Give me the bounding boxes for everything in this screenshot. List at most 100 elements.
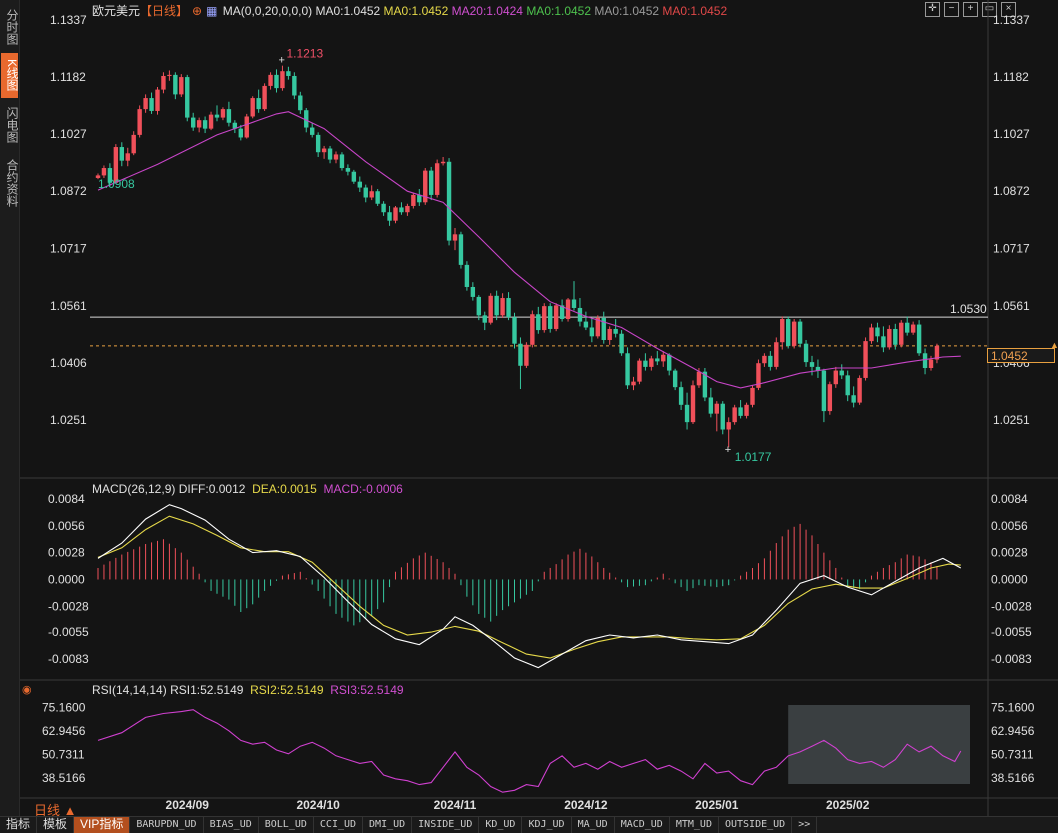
price-tick-left: 1.0251: [50, 413, 87, 427]
candle-body: [357, 181, 362, 188]
current-price-tag: 1.0452: [987, 348, 1055, 363]
candle-body: [631, 381, 636, 386]
indicator-tab[interactable]: MTM_UD: [670, 817, 719, 833]
candle-body: [762, 355, 767, 364]
rsi-tick-left: 62.9456: [42, 724, 86, 738]
candle-body: [780, 319, 785, 343]
indicator-tab[interactable]: INSIDE_UD: [412, 817, 480, 833]
candle-body: [625, 353, 630, 386]
candle-body: [530, 314, 535, 345]
candle-body: [678, 387, 684, 405]
candle-body: [310, 127, 315, 135]
macd-dea-label: DEA:0.0015: [252, 482, 317, 496]
candle-body: [393, 207, 398, 221]
candle-body: [607, 328, 612, 341]
macd-tick-right: 0.0056: [991, 519, 1028, 533]
candle-body: [553, 305, 559, 329]
low-marker: +: [725, 444, 731, 456]
candle-body: [119, 147, 124, 161]
x-axis-label: 2025/02: [826, 798, 870, 812]
rsi1-label: RSI1:52.5149: [170, 683, 244, 697]
candle-body: [720, 403, 725, 430]
rsi-tick-left: 50.7311: [42, 747, 85, 761]
candle-body: [191, 117, 196, 128]
candle-body: [464, 264, 470, 287]
indicator-tab[interactable]: 模板: [37, 817, 75, 833]
candle-body: [750, 387, 755, 405]
candle-body: [256, 98, 261, 110]
candle-body: [613, 328, 618, 334]
x-axis-label: 2025/01: [695, 798, 739, 812]
reference-line-label: 1.0530: [950, 302, 987, 316]
candle-body: [280, 71, 285, 89]
candle-body: [131, 134, 136, 154]
macd-tick-right: -0.0055: [991, 625, 1032, 639]
rsi-tick-right: 62.9456: [991, 724, 1035, 738]
candle-body: [869, 327, 874, 342]
candle-body: [803, 343, 809, 363]
candle-body: [916, 324, 922, 354]
candle-body: [536, 314, 541, 331]
candle-body: [137, 109, 142, 135]
indicator-tab[interactable]: BIAS_UD: [204, 817, 259, 833]
candle-body: [667, 354, 672, 371]
price-tick-right: 1.0872: [993, 184, 1030, 198]
price-tick-right: 1.1027: [993, 127, 1030, 141]
candle-body: [714, 403, 719, 414]
macd-value-label: MACD:-0.0006: [323, 482, 403, 496]
rsi-tick-right: 38.5166: [991, 771, 1035, 785]
candle-body: [881, 336, 886, 348]
indicator-tab[interactable]: KD_UD: [479, 817, 523, 833]
rsi-tick-right: 75.1600: [991, 700, 1035, 714]
chart-svg[interactable]: 1.1337 1.1337 1.1182 1.1182 1.1027 1.1027 1.08…: [0, 0, 1058, 832]
candle-body: [875, 327, 880, 337]
indicator-tab[interactable]: DMI_UD: [363, 817, 413, 833]
candle-body: [155, 89, 160, 111]
price-tick-left: 1.1182: [50, 70, 86, 84]
candle-body: [542, 306, 547, 331]
high-label: 1.1213: [286, 47, 323, 61]
candle-body: [345, 168, 351, 172]
candle-body: [524, 344, 529, 366]
candle-body: [583, 321, 589, 328]
candle-body: [417, 194, 422, 203]
macd-title: MACD(26,12,9): [92, 482, 176, 496]
candle-body: [405, 205, 410, 213]
rsi-settings-icon[interactable]: ◉: [22, 683, 32, 696]
candle-body: [488, 295, 493, 323]
candle-body: [857, 377, 862, 403]
indicator-tab[interactable]: MA_UD: [572, 817, 615, 833]
chart-stage: 分时图 K线图 闪电图 合约资料 欧元美元【日线】 ⊕ ▦ MA(0,0,20,0,…: [0, 0, 1058, 833]
indicator-tab[interactable]: KDJ_UD: [522, 817, 572, 833]
price-tick-left: 1.0561: [50, 299, 87, 313]
candle-body: [476, 296, 481, 316]
candle-body: [238, 128, 243, 138]
candle-body: [863, 341, 868, 378]
candle-body: [196, 120, 202, 128]
macd-tick-left: -0.0028: [48, 599, 89, 613]
indicator-tab[interactable]: 指标: [0, 817, 38, 833]
candle-body: [726, 422, 731, 430]
candle-body: [821, 370, 827, 412]
indicator-tab[interactable]: MACD_UD: [615, 817, 670, 833]
candle-body: [684, 404, 690, 423]
candle-body: [690, 385, 696, 423]
indicator-tab[interactable]: >>: [792, 817, 818, 833]
candle-body: [458, 234, 464, 265]
candle-body: [708, 397, 714, 414]
candle-body: [905, 322, 910, 333]
candle-body: [839, 370, 844, 376]
macd-header: MACD(26,12,9) DIFF:0.0012 DEA:0.0015 MAC…: [92, 482, 403, 496]
candle-body: [274, 74, 279, 89]
indicator-tab[interactable]: CCI_UD: [314, 817, 364, 833]
macd-tick-left: 0.0084: [48, 492, 85, 506]
candle-body: [637, 360, 642, 382]
indicator-tab[interactable]: VIP指标: [74, 817, 131, 833]
candle-body: [589, 327, 595, 337]
indicator-tab[interactable]: OUTSIDE_UD: [719, 817, 793, 833]
indicator-tab[interactable]: BOLL_UD: [259, 817, 314, 833]
candle-body: [482, 315, 487, 323]
candle-body: [429, 170, 434, 195]
indicator-tab[interactable]: BARUPDN_UD: [130, 817, 204, 833]
candle-body: [506, 298, 511, 318]
